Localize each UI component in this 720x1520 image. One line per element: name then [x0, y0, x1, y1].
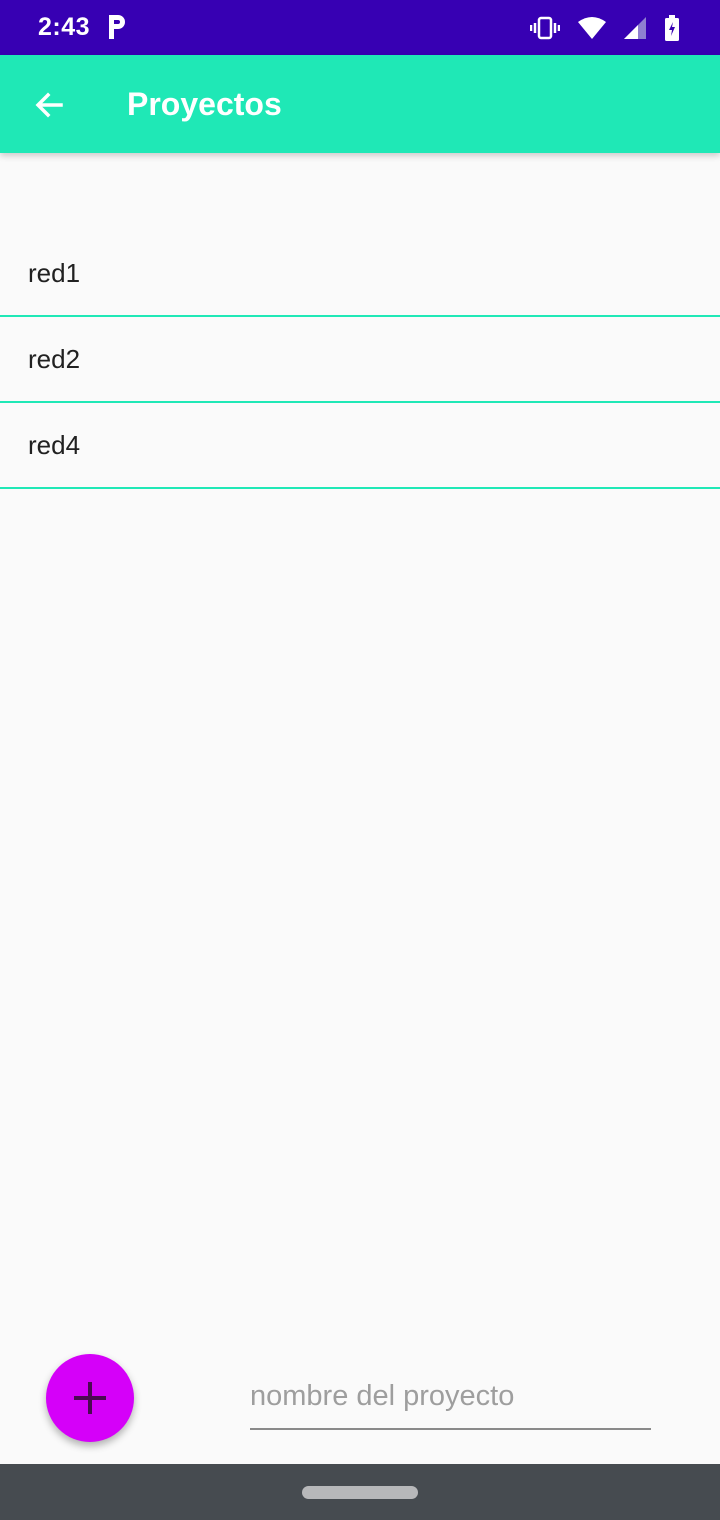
status-icons: [530, 13, 680, 43]
status-bar: 2:43: [0, 0, 720, 55]
page-title: Proyectos: [127, 86, 282, 122]
project-name: red1: [28, 257, 81, 288]
back-button[interactable]: [24, 80, 74, 130]
app-screen: 2:43 Proyectos red1 red2 red4 nombre del…: [0, 0, 720, 1520]
arrow-back-icon: [35, 92, 63, 118]
battery-charging-icon: [665, 15, 679, 41]
app-bar: Proyectos: [0, 55, 720, 153]
cell-signal-icon: [624, 17, 646, 39]
add-project-button[interactable]: [46, 1354, 134, 1442]
project-name: red2: [28, 343, 81, 374]
project-name-input[interactable]: [250, 1372, 651, 1430]
plus-icon: [74, 1382, 106, 1414]
project-name: red4: [28, 429, 81, 460]
list-item[interactable]: red2: [0, 317, 720, 403]
home-gesture-handle[interactable]: [302, 1486, 418, 1499]
project-list: red1 red2 red4: [0, 231, 720, 489]
status-time: 2:43: [38, 13, 91, 41]
list-item[interactable]: red4: [0, 403, 720, 489]
list-item[interactable]: red1: [0, 231, 720, 317]
navigation-bar: [0, 1464, 720, 1520]
wifi-icon: [578, 17, 606, 39]
vibrate-icon: [530, 16, 560, 40]
parking-notification-icon: [109, 15, 125, 39]
